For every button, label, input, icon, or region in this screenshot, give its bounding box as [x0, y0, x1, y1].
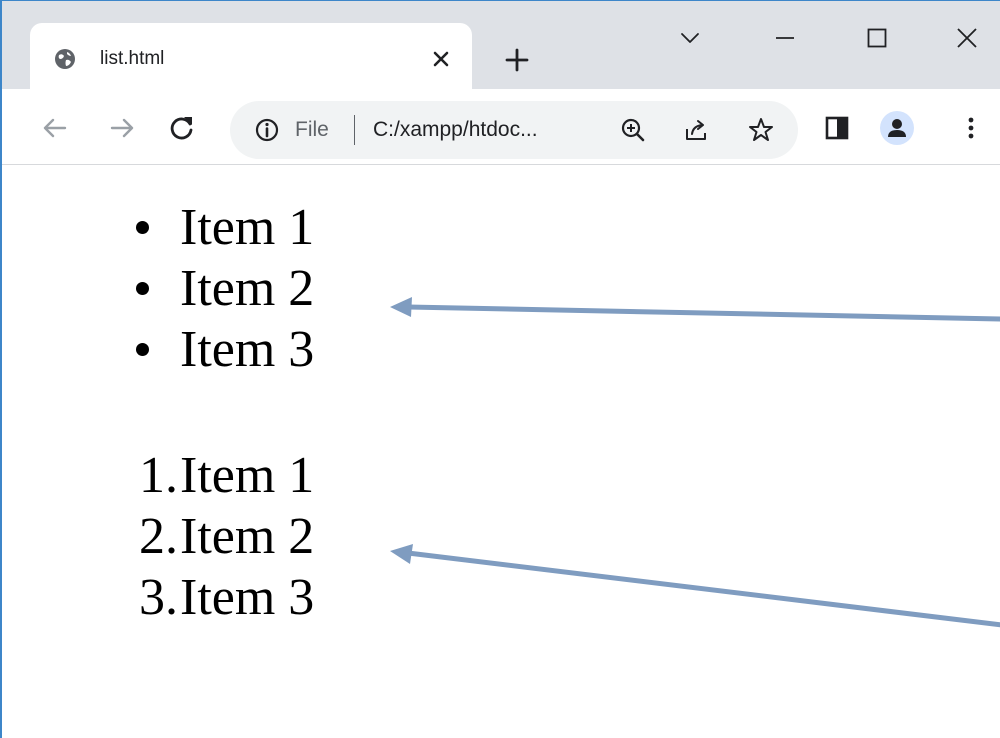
tab-title: list.html — [100, 48, 165, 69]
browser-tab[interactable]: list.html — [30, 23, 472, 93]
bullet-marker — [136, 282, 149, 295]
bookmark-star-icon[interactable] — [746, 115, 776, 145]
close-icon[interactable] — [952, 23, 982, 53]
scheme-label: File — [295, 118, 329, 141]
list-item-label: Item 1 — [180, 199, 315, 256]
list-number: 1. — [139, 447, 178, 504]
list-item-label: Item 3 — [180, 569, 315, 626]
bullet-marker — [136, 221, 149, 234]
share-icon[interactable] — [681, 115, 711, 145]
person-icon — [888, 119, 906, 137]
list-item: Item 1 — [136, 197, 315, 258]
tab-strip: list.html — [2, 1, 1000, 93]
zoom-icon[interactable] — [618, 115, 648, 145]
unordered-list: Item 1 Item 2 Item 3 — [136, 197, 315, 380]
new-tab-icon[interactable] — [502, 45, 532, 75]
bullet-marker — [136, 343, 149, 356]
profile-avatar[interactable] — [880, 111, 914, 145]
more-menu-icon[interactable] — [956, 113, 986, 143]
minimize-icon[interactable] — [770, 23, 800, 53]
reload-icon[interactable] — [167, 113, 197, 143]
list-number: 2. — [139, 508, 178, 565]
chevron-down-icon[interactable] — [675, 23, 705, 53]
side-panel-icon[interactable] — [822, 113, 852, 143]
page-content: Item 1 Item 2 Item 3 1. Item 1 2. Item 2 3… — [2, 165, 1000, 738]
forward-arrow-icon[interactable] — [107, 113, 137, 143]
list-item-label: Item 3 — [180, 321, 315, 378]
list-item: 3. Item 3 — [139, 567, 315, 628]
maximize-icon[interactable] — [862, 23, 892, 53]
list-item: 2. Item 2 — [139, 506, 315, 567]
browser-toolbar: File C:/xampp/htdoc... — [2, 89, 1000, 165]
back-arrow-icon[interactable] — [40, 113, 70, 143]
list-item-label: Item 1 — [180, 447, 315, 504]
close-tab-icon[interactable] — [428, 46, 454, 72]
list-item-label: Item 2 — [180, 508, 315, 565]
info-icon[interactable] — [252, 115, 282, 145]
url-text[interactable]: C:/xampp/htdoc... — [373, 116, 538, 144]
globe-icon — [55, 49, 75, 69]
ordered-list: 1. Item 1 2. Item 2 3. Item 3 — [139, 445, 315, 628]
browser-window: list.html File C:/xampp/htdoc... Item 1 … — [0, 0, 1000, 738]
list-item: 1. Item 1 — [139, 445, 315, 506]
list-number: 3. — [139, 569, 178, 626]
address-divider — [354, 115, 355, 145]
list-item: Item 2 — [136, 258, 315, 319]
list-item: Item 3 — [136, 319, 315, 380]
list-item-label: Item 2 — [180, 260, 315, 317]
address-bar[interactable]: File C:/xampp/htdoc... — [230, 101, 798, 159]
